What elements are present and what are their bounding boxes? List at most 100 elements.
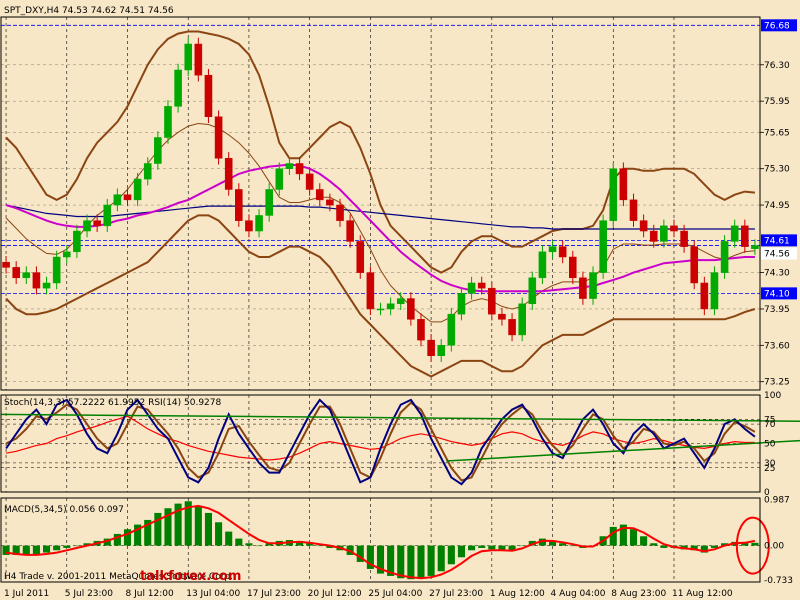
chart-canvas[interactable]: 76.30 75.95 75.65 75.30 74.95 74.30 73.95 73.60… xyxy=(0,0,800,600)
candle-body[interactable] xyxy=(568,256,577,279)
candle-body[interactable] xyxy=(690,246,699,284)
macd-label: MACD(5,34,5) 0.056 0.097 xyxy=(4,505,124,515)
chart-title: SPT_DXY,H4 74.53 74.62 74.51 74.56 xyxy=(4,6,174,16)
macd-histogram-bar xyxy=(204,512,213,546)
macd-histogram-bar xyxy=(53,545,61,551)
candle-body[interactable] xyxy=(22,272,31,279)
candle-body[interactable] xyxy=(751,245,759,249)
candle-body[interactable] xyxy=(235,189,243,221)
candle-body[interactable] xyxy=(700,282,709,310)
candle-body[interactable] xyxy=(42,282,51,289)
candle-body[interactable] xyxy=(133,178,142,201)
candle-body[interactable] xyxy=(62,251,71,258)
candle-body[interactable] xyxy=(204,74,213,117)
macd-histogram-bar xyxy=(194,505,202,546)
macd-histogram-bar xyxy=(518,545,526,547)
candle-body[interactable] xyxy=(609,168,618,221)
candle-body[interactable] xyxy=(730,225,739,242)
candle-body[interactable] xyxy=(32,272,41,289)
candle-body[interactable] xyxy=(194,43,203,76)
candle-body[interactable] xyxy=(103,204,112,227)
candle-body[interactable] xyxy=(93,220,101,227)
candle-body[interactable] xyxy=(295,163,304,175)
candle-body[interactable] xyxy=(498,313,506,320)
candle-body[interactable] xyxy=(670,225,678,232)
candle-body[interactable] xyxy=(224,158,233,190)
candle-body[interactable] xyxy=(639,220,648,232)
time-tick-label: 5 Jul 23:00 xyxy=(65,589,114,599)
macd-histogram-bar xyxy=(235,538,243,546)
macd-tick-label: -0.733 xyxy=(764,576,793,586)
candle-body[interactable] xyxy=(457,293,466,315)
macd-histogram-bar xyxy=(457,545,466,558)
candle-body[interactable] xyxy=(508,319,516,336)
candle-body[interactable] xyxy=(336,204,344,221)
candle-body[interactable] xyxy=(599,220,607,273)
candle-body[interactable] xyxy=(548,246,557,253)
candle-body[interactable] xyxy=(680,230,688,247)
candle-body[interactable] xyxy=(558,246,567,258)
candle-body[interactable] xyxy=(326,199,334,206)
candle-body[interactable] xyxy=(386,303,395,310)
macd-histogram-bar xyxy=(629,529,638,546)
candle-body[interactable] xyxy=(174,69,182,107)
candle-body[interactable] xyxy=(467,282,476,294)
candle-body[interactable] xyxy=(417,319,425,341)
candle-body[interactable] xyxy=(83,220,91,232)
time-tick-label: 11 Aug 12:00 xyxy=(672,589,733,599)
candle-body[interactable] xyxy=(376,308,385,311)
candle-body[interactable] xyxy=(2,261,10,268)
candle-body[interactable] xyxy=(629,199,638,221)
candle-body[interactable] xyxy=(315,189,324,201)
candle-body[interactable] xyxy=(285,163,294,169)
candle-body[interactable] xyxy=(528,277,537,305)
macd-histogram-bar xyxy=(42,545,51,553)
candle-body[interactable] xyxy=(255,215,263,232)
candle-body[interactable] xyxy=(741,225,749,247)
candle-body[interactable] xyxy=(660,225,668,242)
candle-body[interactable] xyxy=(184,43,193,71)
candle-body[interactable] xyxy=(113,194,122,206)
macd-histogram-bar xyxy=(447,545,455,565)
candle-body[interactable] xyxy=(407,298,415,320)
time-tick-label: 27 Jul 23:00 xyxy=(429,589,483,599)
candle-body[interactable] xyxy=(437,345,446,356)
candle-body[interactable] xyxy=(265,189,273,216)
price-tag: 74.61 xyxy=(761,234,797,247)
time-tick-label: 8 Aug 23:00 xyxy=(611,589,666,599)
price-tag: 74.10 xyxy=(761,287,797,300)
candle-body[interactable] xyxy=(154,137,162,164)
candle-body[interactable] xyxy=(366,272,375,310)
macd-histogram-bar xyxy=(225,531,233,546)
candle-body[interactable] xyxy=(275,168,284,190)
candle-body[interactable] xyxy=(346,220,354,242)
macd-histogram-bar xyxy=(63,545,71,548)
macd-histogram-bar xyxy=(650,543,658,546)
candle-body[interactable] xyxy=(305,173,314,190)
candle-body[interactable] xyxy=(649,230,658,242)
candle-body[interactable] xyxy=(427,339,435,356)
candle-body[interactable] xyxy=(245,220,253,232)
candle-body[interactable] xyxy=(538,251,547,279)
candle-body[interactable] xyxy=(518,303,526,336)
candle-body[interactable] xyxy=(123,194,132,201)
candle-body[interactable] xyxy=(579,277,587,299)
macd-histogram-bar xyxy=(255,545,263,547)
macd-histogram-bar xyxy=(609,526,617,546)
candle-body[interactable] xyxy=(214,116,223,159)
candle-body[interactable] xyxy=(73,230,81,253)
candle-body[interactable] xyxy=(356,241,365,273)
candle-body[interactable] xyxy=(488,287,496,315)
candle-body[interactable] xyxy=(720,241,729,273)
candle-body[interactable] xyxy=(52,256,61,284)
candle-body[interactable] xyxy=(396,298,405,305)
candle-body[interactable] xyxy=(589,272,597,299)
candle-body[interactable] xyxy=(12,267,20,279)
candle-body[interactable] xyxy=(619,168,628,201)
candle-body[interactable] xyxy=(143,163,152,180)
candle-body[interactable] xyxy=(710,272,719,310)
candle-body[interactable] xyxy=(477,282,486,289)
price-tick-label: 75.95 xyxy=(764,97,790,107)
candle-body[interactable] xyxy=(164,106,172,138)
candle-body[interactable] xyxy=(447,313,456,346)
